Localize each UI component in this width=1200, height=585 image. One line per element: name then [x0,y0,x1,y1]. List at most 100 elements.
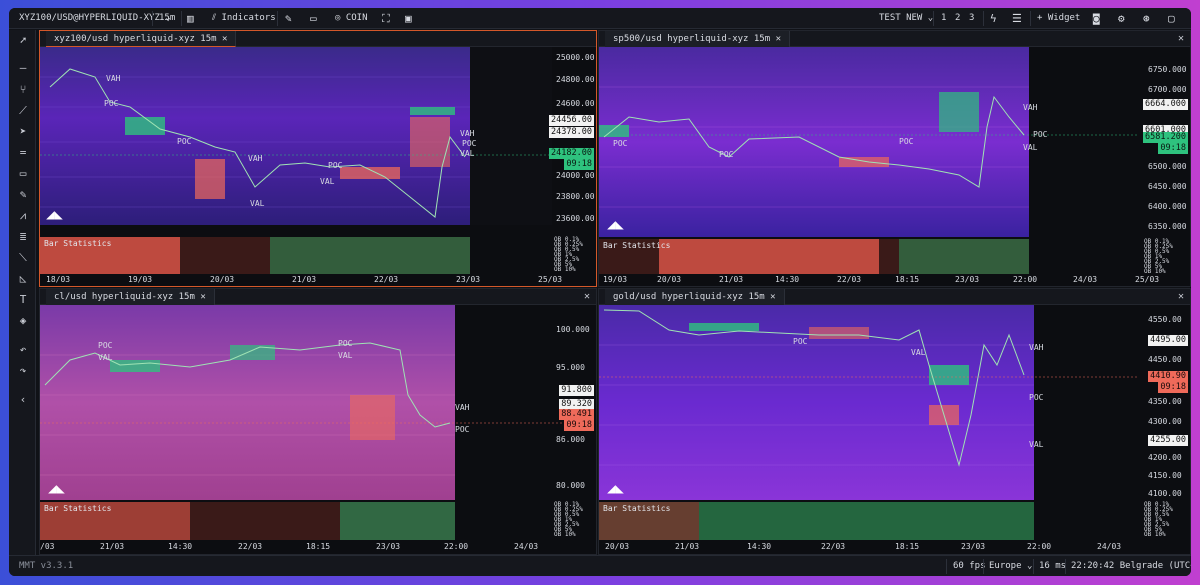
indicators-label: Indicators [221,13,276,23]
time-axis[interactable]: 19/03 20/03 21/03 14:30 22/03 18:15 23/0… [599,275,1190,286]
val-label: VAL [338,351,353,360]
collapse-icon[interactable]: ‹ [16,393,30,407]
close-panel-icon[interactable]: ✕ [584,289,590,305]
panel-tab[interactable]: xyz100/usd hyperliquid-xyz 15m ✕ [46,31,237,47]
val-label: VAL [320,177,335,186]
price-tick: 4550.00 [1148,315,1182,324]
poc-label: POC [104,99,119,108]
symbol-label: XYZ100/USD@HYPERLIQUID-XYZ [19,13,160,23]
layout-page-3[interactable]: 3 [969,8,974,29]
panel-tab[interactable]: gold/usd hyperliquid-xyz 15m ✕ [605,289,785,305]
camera-icon[interactable]: ◙ [1093,8,1100,29]
heatmap-chart [599,305,1139,540]
list-icon[interactable]: ☰ [1012,8,1022,29]
indicators-button[interactable]: ⫽ Indicators [212,8,276,29]
undo-icon[interactable]: ↶ [16,343,30,357]
dropdown-box-icon[interactable]: ▣ [405,8,412,29]
time-axis[interactable]: 18/03 19/03 20/03 21/03 22/03 23/03 25/0… [40,275,596,286]
close-icon[interactable]: ✕ [200,292,205,302]
price-tick: 100.000 [556,325,590,334]
chart-area[interactable]: POC VAL VAH POC VAL ◢◣ 4550.00 4495.00 4… [599,305,1190,554]
price-axis[interactable]: 25000.00 24800.00 24600.00 24456.00 2437… [549,47,596,225]
horizontal-line-icon[interactable]: — [16,61,30,75]
draw-pencil-icon[interactable]: ✎ [285,8,292,29]
close-panel-icon[interactable]: ✕ [1178,31,1184,47]
ruler-icon[interactable]: ⟍ [16,251,30,265]
price-axis[interactable]: 4550.00 4495.00 4450.00 4410.90 09:18 43… [1142,305,1190,500]
panel-title: sp500/usd hyperliquid-xyz 15m [613,34,771,44]
rectangle-icon[interactable]: ▭ [16,167,30,181]
time-tick: 19/03 [603,275,628,284]
area-chart-icon[interactable]: ◺ [16,272,30,286]
poc-label: POC [1029,393,1044,402]
fullscreen-icon[interactable]: ⛶ [382,8,390,29]
path-tool-icon[interactable]: ⑂ [16,83,30,97]
chart-panel-sp500[interactable]: sp500/usd hyperliquid-xyz 15m ✕ ✕ POC PO… [598,30,1191,287]
chart-line-icon[interactable]: ⩘ [16,209,30,223]
logo-icon: ◢◣ [607,217,624,233]
window-icon[interactable]: ▢ [1168,8,1175,29]
time-axis[interactable]: /03 21/03 14:30 22/03 18:15 23/03 22:00 … [40,542,596,554]
layout-selector[interactable]: TEST NEW ⌄ [879,8,933,29]
time-tick: 20/03 [210,275,235,284]
poc-label: POC [793,337,808,346]
panel-tab[interactable]: cl/usd hyperliquid-xyz 15m ✕ [46,289,215,305]
vah-label: VAH [460,129,475,138]
trend-line-icon[interactable]: ⟋ [16,104,30,118]
coin-button[interactable]: ◎ COIN [335,8,368,29]
gear-icon[interactable]: ⚙ [1118,8,1125,29]
drawing-sidebar: ➚ — ⑂ ⟋ ➤ = ▭ ✎ ⩘ ≣ ⟍ ◺ T ◈ ↶ ↷ ‹ [9,30,36,555]
text-lines-icon[interactable]: ≣ [16,230,30,244]
panel-title: cl/usd hyperliquid-xyz 15m [54,292,195,302]
folder-icon[interactable]: ▭ [310,8,317,29]
chart-panel-cl[interactable]: cl/usd hyperliquid-xyz 15m ✕ ✕ POC VAL P… [39,288,597,555]
chart-area[interactable]: POC VAL POC VAL VAH POC ◢◣ 100.000 95.00… [40,305,596,554]
panel-title: xyz100/usd hyperliquid-xyz 15m [54,34,217,44]
vah-label: VAH [455,403,470,412]
robot-icon[interactable]: ⊛ [1143,8,1150,29]
poc-label: POC [177,137,192,146]
close-icon[interactable]: ✕ [770,292,775,302]
chart-area[interactable]: VAH POC POC VAH VAL POC VAL VAH POC VAL … [40,47,596,286]
chart-panel-xyz100[interactable]: xyz100/usd hyperliquid-xyz 15m ✕ VAH POC… [39,30,597,287]
poc-label: POC [462,139,477,148]
close-icon[interactable]: ✕ [776,34,781,44]
val-label: VAL [250,199,265,208]
countdown-tag: 09:18 [564,159,594,170]
price-axis[interactable]: 6750.000 6700.000 6664.000 6601.000 6581… [1142,47,1190,237]
add-widget-button[interactable]: + Widget [1037,8,1080,29]
brush-icon[interactable]: ✎ [16,188,30,202]
region-selector[interactable]: Europe ⌄ [989,556,1032,576]
price-tick: 6750.000 [1148,65,1187,74]
poc-label: POC [338,339,353,348]
layout-page-1[interactable]: 1 [941,8,946,29]
parallel-lines-icon[interactable]: = [16,146,30,160]
vah-label: VAH [106,74,121,83]
lightning-icon[interactable]: ϟ [990,8,997,29]
time-axis[interactable]: 20/03 21/03 14:30 22/03 18:15 23/03 22:0… [599,542,1190,554]
time-tick: 22/03 [821,542,846,551]
time-tick: 22/03 [837,275,862,284]
close-panel-icon[interactable]: ✕ [1178,289,1184,305]
redo-icon[interactable]: ↷ [16,364,30,378]
layout-page-2[interactable]: 2 [955,8,960,29]
interval-selector[interactable]: 15m [159,8,175,29]
cursor-icon[interactable]: ➚ [16,34,30,48]
chart-type-icon[interactable]: ▥ [187,8,194,29]
logo-icon: ◢◣ [48,481,65,497]
close-icon[interactable]: ✕ [222,34,227,44]
val-label: VAL [460,149,475,158]
layers-icon[interactable]: ◈ [16,314,30,328]
send-icon[interactable]: ➤ [16,125,30,139]
chart-area[interactable]: POC POC POC VAH POC VAL ◢◣ 6750.000 6700… [599,47,1190,286]
time-tick: 19/03 [128,275,153,284]
coin-label: COIN [345,13,368,23]
ob-labels: OB 0.1% OB 0.25% OB 0.5% OB 1% OB 2.5% OB 5% O… [552,237,596,274]
price-axis[interactable]: 100.000 95.000 91.800 89.320 88.491 09:1… [552,305,596,500]
text-icon[interactable]: T [16,293,30,307]
symbol-selector[interactable]: XYZ100/USD@HYPERLIQUID-XYZ ⌄ [19,8,171,29]
panel-tab[interactable]: sp500/usd hyperliquid-xyz 15m ✕ [605,31,790,47]
chart-panel-gold[interactable]: gold/usd hyperliquid-xyz 15m ✕ ✕ POC VAL… [598,288,1191,555]
poc-label: POC [328,161,343,170]
price-marker: 24456.00 [549,115,594,126]
